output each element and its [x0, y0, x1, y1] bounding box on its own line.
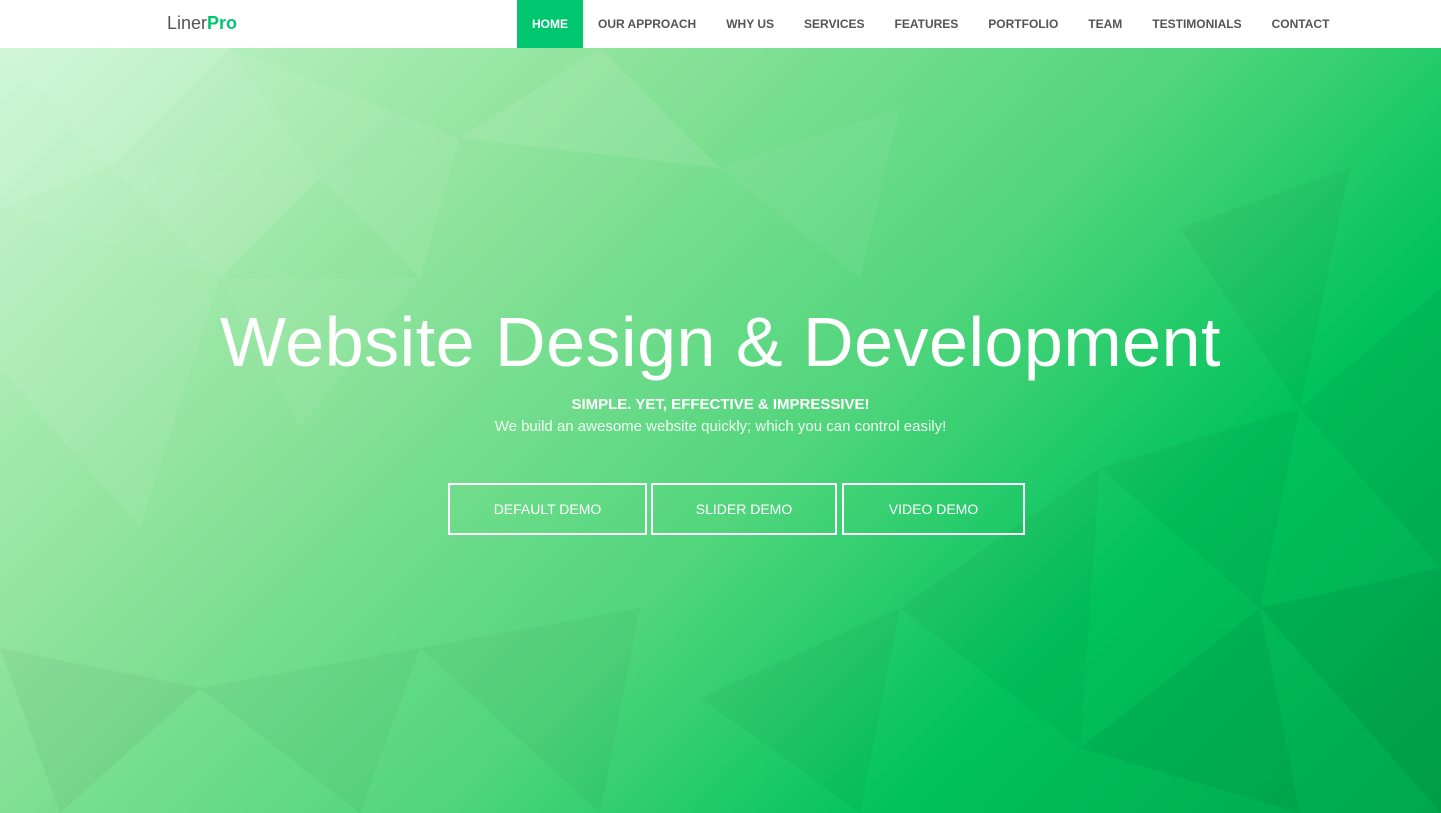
nav-item-features[interactable]: FEATURES	[880, 0, 974, 48]
brand-logo-bold-text: Pro	[207, 13, 238, 33]
main-nav-menu: HOME OUR APPROACH WHY US SERVICES FEATUR…	[517, 0, 1344, 48]
top-navbar: LinerPro HOME OUR APPROACH WHY US SERVIC…	[0, 0, 1441, 48]
video-demo-button[interactable]: VIDEO DEMO	[842, 483, 1025, 535]
nav-item-testimonials[interactable]: TESTIMONIALS	[1137, 0, 1256, 48]
nav-item-home[interactable]: HOME	[517, 0, 583, 48]
brand-logo-light-text: Liner	[167, 13, 208, 33]
hero-tagline: SIMPLE. YET, EFFECTIVE & IMPRESSIVE!	[571, 396, 870, 413]
nav-item-portfolio[interactable]: PORTFOLIO	[973, 0, 1073, 48]
nav-item-team[interactable]: TEAM	[1073, 0, 1137, 48]
hero-subtitle: We build an awesome website quickly; whi…	[494, 418, 947, 435]
nav-item-services[interactable]: SERVICES	[789, 0, 879, 48]
nav-item-our-approach[interactable]: OUR APPROACH	[583, 0, 711, 48]
brand-logo[interactable]: LinerPro	[167, 12, 237, 34]
hero-demo-buttons: DEFAULT DEMO SLIDER DEMO VIDEO DEMO	[448, 483, 1025, 535]
default-demo-button[interactable]: DEFAULT DEMO	[448, 483, 647, 535]
hero-title: Website Design & Development	[220, 303, 1221, 381]
slider-demo-button[interactable]: SLIDER DEMO	[651, 483, 837, 535]
nav-item-contact[interactable]: CONTACT	[1257, 0, 1345, 48]
nav-item-why-us[interactable]: WHY US	[711, 0, 789, 48]
hero-section: Website Design & Development SIMPLE. YET…	[0, 48, 1441, 813]
